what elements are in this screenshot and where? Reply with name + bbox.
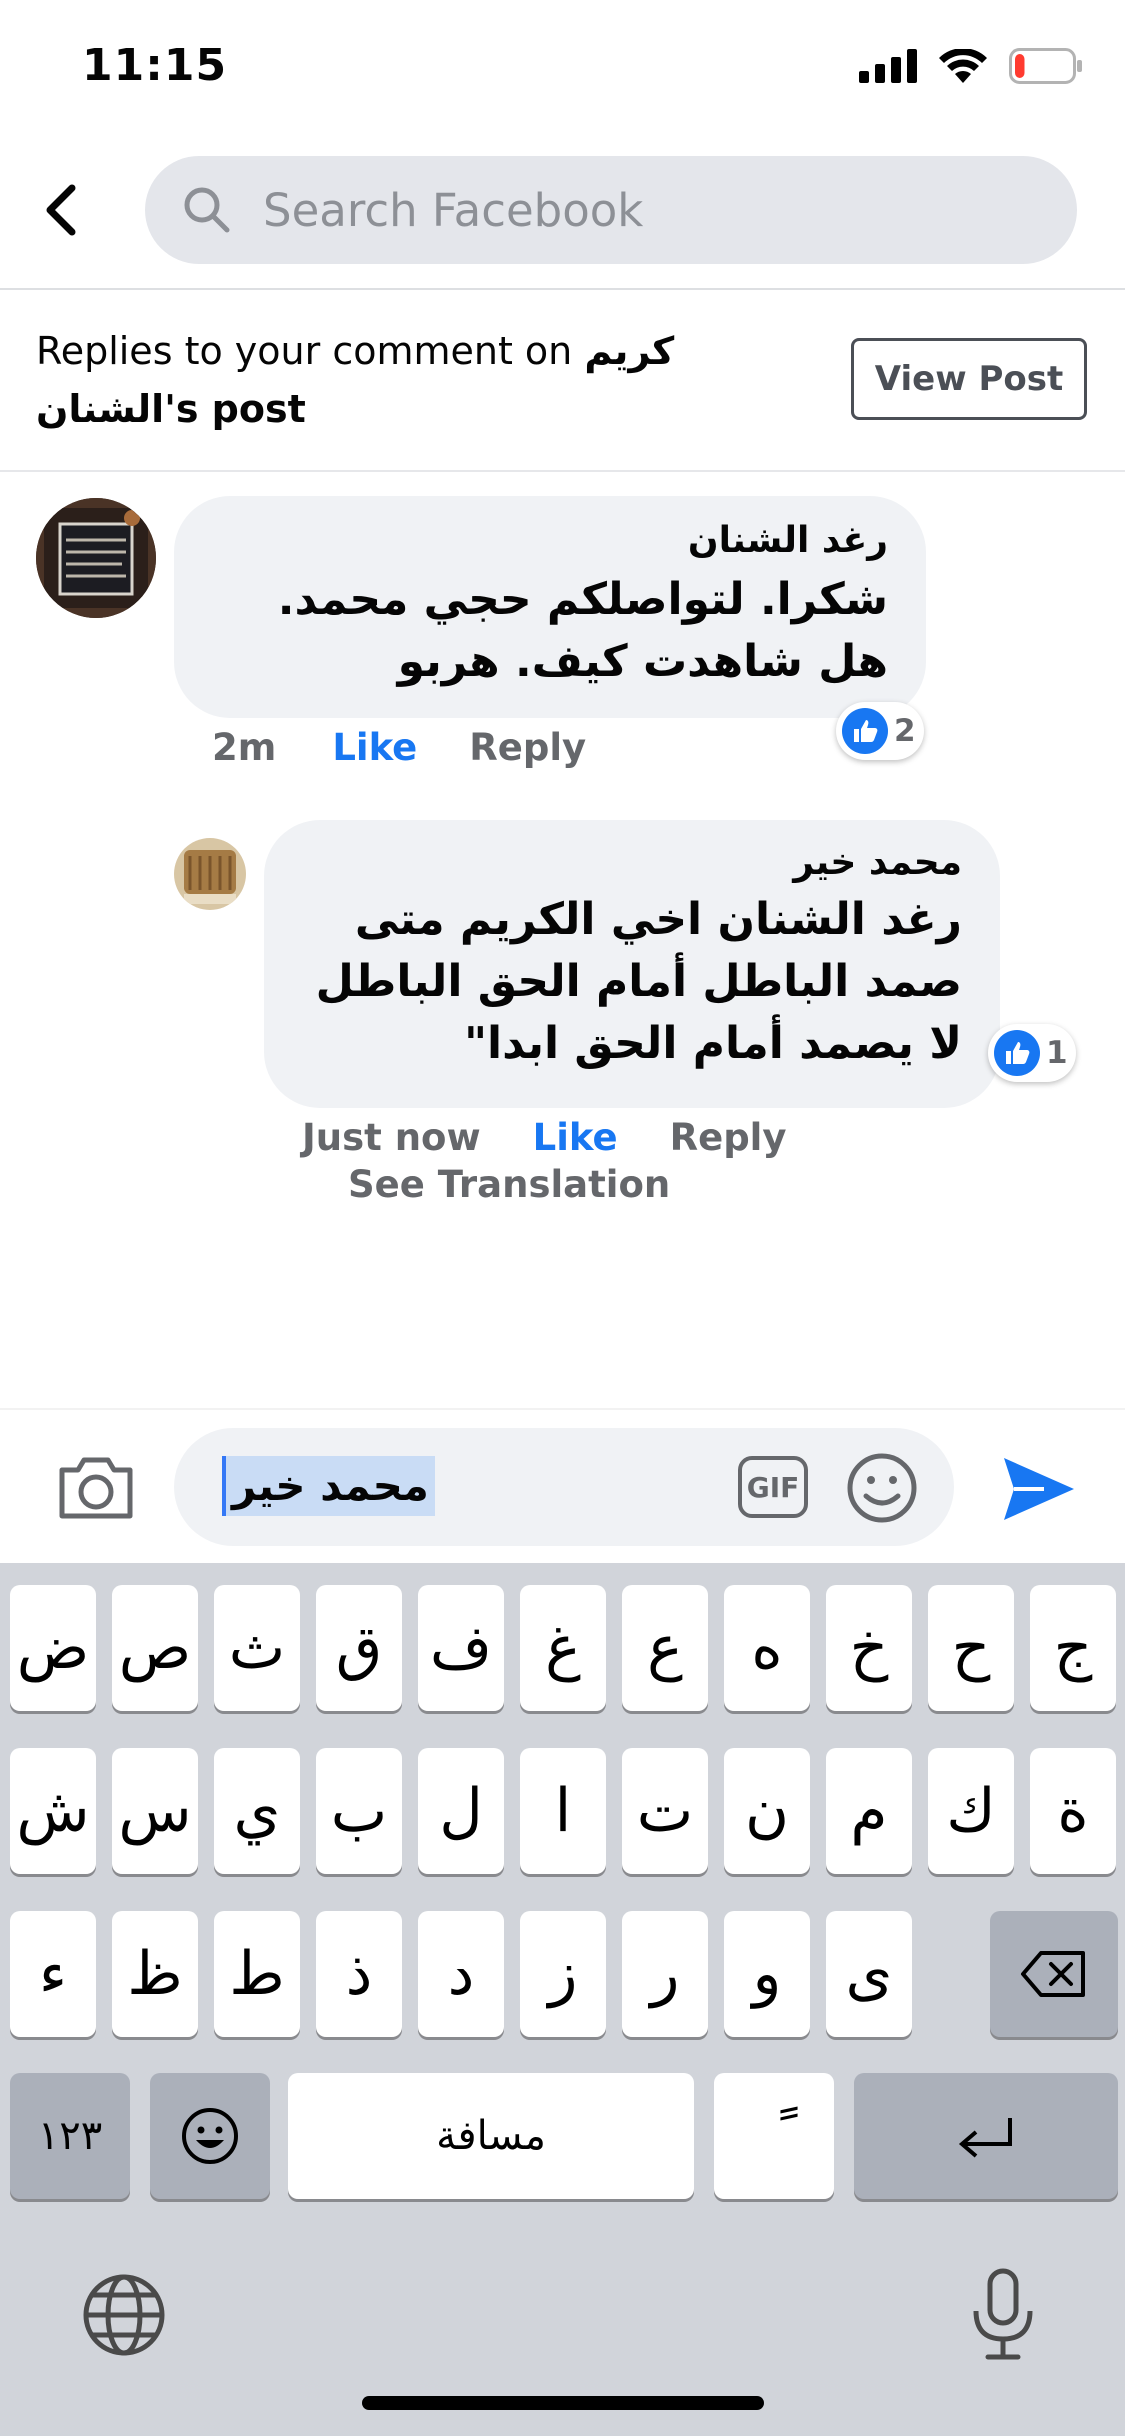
like-reaction-icon	[842, 708, 888, 754]
back-button[interactable]	[30, 175, 90, 245]
comment-actions: 2m Like Reply	[212, 726, 586, 769]
keyboard-key[interactable]: س	[112, 1748, 198, 1874]
like-reaction-icon	[994, 1030, 1040, 1076]
replies-title: Replies to your comment on كريم الشنان's…	[36, 322, 816, 438]
avatar-image	[36, 498, 156, 618]
keyboard-key[interactable]: د	[418, 1911, 504, 2037]
keyboard-key[interactable]: ا	[520, 1748, 606, 1874]
keyboard-key[interactable]: ذ	[316, 1911, 402, 2037]
keyboard-key[interactable]: ي	[214, 1748, 300, 1874]
send-icon[interactable]	[1000, 1454, 1076, 1524]
reaction-count: 2	[894, 713, 916, 749]
keyboard: ضصثقفغعهخحج شسيبلاتنمكة ءظطذدزروى ١٢٣ مس…	[0, 1563, 1125, 2436]
keyboard-key[interactable]: غ	[520, 1585, 606, 1711]
keyboard-key[interactable]: ظ	[112, 1911, 198, 2037]
comment-text: شكرا. لتواصلكم حجي محمد. هل شاهدت كيف. ه…	[277, 574, 888, 687]
reaction-summary[interactable]: 1	[988, 1024, 1076, 1082]
avatar[interactable]	[174, 838, 246, 910]
keyboard-key[interactable]: ج	[1030, 1585, 1116, 1711]
emoji-icon	[182, 2108, 238, 2164]
keyboard-key[interactable]: ح	[928, 1585, 1014, 1711]
camera-button[interactable]	[56, 1452, 136, 1522]
keyboard-key[interactable]: ك	[928, 1748, 1014, 1874]
space-key[interactable]: مسافة	[288, 2073, 694, 2199]
comment-composer: محمد خير GIF	[0, 1408, 1125, 1563]
see-translation-link[interactable]: See Translation	[348, 1163, 670, 1206]
keyboard-key[interactable]: ت	[622, 1748, 708, 1874]
comment-input[interactable]: محمد خير GIF	[174, 1428, 954, 1546]
reply-button[interactable]: Reply	[469, 726, 586, 769]
view-post-button[interactable]: View Post	[851, 338, 1087, 420]
microphone-icon[interactable]	[968, 2267, 1038, 2363]
numbers-key[interactable]: ١٢٣	[10, 2073, 130, 2199]
return-key[interactable]	[854, 2073, 1118, 2199]
comment-author[interactable]: محمد خير	[302, 842, 962, 883]
status-bar: 11:15	[0, 0, 1125, 140]
comment-text: رغد الشنان اخي الكريم متى صمد الباطل أما…	[315, 894, 962, 1069]
camera-icon	[59, 1457, 133, 1519]
like-button[interactable]: Like	[332, 726, 417, 769]
return-icon	[958, 2118, 1012, 2158]
keyboard-key[interactable]: ش	[10, 1748, 96, 1874]
keyboard-key[interactable]: و	[724, 1911, 810, 2037]
keyboard-key[interactable]: ب	[316, 1748, 402, 1874]
keyboard-key[interactable]: ص	[112, 1585, 198, 1711]
gif-button[interactable]: GIF	[738, 1456, 808, 1518]
globe-icon[interactable]	[82, 2273, 166, 2357]
keyboard-key[interactable]: م	[826, 1748, 912, 1874]
avatar-image	[174, 838, 246, 910]
backspace-key[interactable]	[990, 1911, 1118, 2037]
comment-bubble[interactable]: محمد خير رغد الشنان اخي الكريم متى صمد ا…	[264, 820, 1000, 1108]
keyboard-key[interactable]: خ	[826, 1585, 912, 1711]
reaction-count: 1	[1046, 1035, 1068, 1071]
like-button[interactable]: Like	[533, 1116, 618, 1159]
search-bar[interactable]	[145, 156, 1077, 264]
keyboard-key[interactable]: ة	[1030, 1748, 1116, 1874]
reaction-summary[interactable]: 2	[836, 702, 924, 760]
keyboard-key[interactable]: ض	[10, 1585, 96, 1711]
keyboard-key[interactable]: ز	[520, 1911, 606, 2037]
avatar[interactable]	[36, 498, 156, 618]
comment-time: 2m	[212, 726, 277, 769]
keyboard-key[interactable]: ط	[214, 1911, 300, 2037]
keyboard-key[interactable]: ى	[826, 1911, 912, 2037]
emoji-key[interactable]	[150, 2073, 270, 2199]
nav-bar	[0, 140, 1125, 290]
comment-bubble[interactable]: رغد الشنان شكرا. لتواصلكم حجي محمد. هل ش…	[174, 496, 926, 718]
keyboard-key[interactable]: ل	[418, 1748, 504, 1874]
search-input[interactable]	[263, 183, 1023, 237]
tanween-key[interactable]: ً	[714, 2073, 834, 2199]
keyboard-key[interactable]: ق	[316, 1585, 402, 1711]
home-indicator	[362, 2396, 764, 2410]
keyboard-key[interactable]: ف	[418, 1585, 504, 1711]
replies-title-prefix: Replies to your comment on	[36, 329, 573, 373]
search-icon	[181, 184, 233, 236]
replies-header: Replies to your comment on كريم الشنان's…	[0, 292, 1125, 472]
comment-author[interactable]: رغد الشنان	[212, 520, 888, 561]
reply-button[interactable]: Reply	[670, 1116, 787, 1159]
keyboard-key[interactable]: ع	[622, 1585, 708, 1711]
status-icons	[859, 48, 1083, 84]
comment-input-text[interactable]: محمد خير	[222, 1456, 435, 1516]
emoji-icon[interactable]	[846, 1452, 918, 1524]
keyboard-key[interactable]: ث	[214, 1585, 300, 1711]
keyboard-key[interactable]: ن	[724, 1748, 810, 1874]
keyboard-key[interactable]: ر	[622, 1911, 708, 2037]
wifi-icon	[939, 49, 987, 83]
backspace-icon	[1021, 1951, 1085, 1997]
chevron-left-icon	[46, 184, 76, 236]
comment-actions: Just now Like Reply	[302, 1116, 786, 1159]
battery-icon	[1009, 48, 1082, 84]
comment-time: Just now	[302, 1116, 481, 1159]
status-time: 11:15	[82, 40, 228, 91]
replies-title-suffix: 's post	[164, 387, 306, 431]
signal-icon	[859, 49, 917, 83]
keyboard-key[interactable]: ء	[10, 1911, 96, 2037]
keyboard-key[interactable]: ه	[724, 1585, 810, 1711]
